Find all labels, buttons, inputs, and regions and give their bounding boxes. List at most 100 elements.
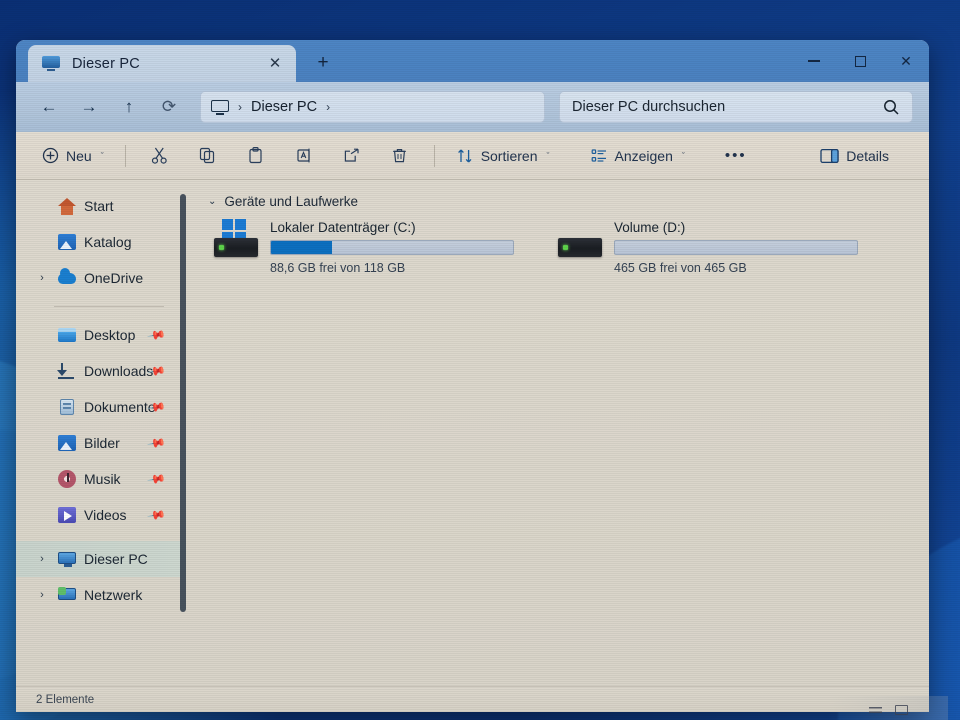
windows-drive-icon — [214, 219, 258, 265]
sidebar-item-label: Desktop — [84, 327, 136, 343]
more-options-button[interactable]: ••• — [715, 139, 757, 173]
sidebar-item-label: Downloads — [84, 363, 154, 379]
drive-free-space: 88,6 GB frei von 118 GB — [270, 261, 406, 275]
sidebar-item-label: OneDrive — [84, 270, 144, 286]
sidebar-item-label: Musik — [84, 471, 121, 487]
capacity-bar — [614, 240, 858, 255]
sidebar-item-label: Videos — [84, 507, 127, 523]
close-window-button[interactable]: ✕ — [883, 40, 929, 82]
up-button[interactable]: ↑ — [110, 90, 148, 124]
share-icon — [344, 148, 359, 162]
chevron-down-icon[interactable]: ⌄ — [208, 196, 216, 207]
details-pane-button[interactable]: Details — [810, 139, 899, 173]
pin-icon[interactable]: 📌 — [146, 469, 166, 489]
file-explorer-window: Dieser PC ✕ + ✕ ← → ↑ ⟳ › Dieser PC › Di… — [16, 40, 929, 712]
sidebar-item-katalog[interactable]: ›Katalog — [16, 224, 186, 260]
drive-tile[interactable]: Volume (D:) 465 GB frei von 465 GB — [558, 219, 858, 275]
sidebar-item-label: Start — [84, 198, 114, 214]
monitor-icon — [42, 56, 60, 71]
sidebar-item-musik[interactable]: ›Musik📌 — [16, 461, 186, 497]
sidebar-item-label: Netzwerk — [84, 587, 143, 603]
trash-icon — [393, 149, 406, 163]
close-tab-icon[interactable]: ✕ — [264, 53, 286, 75]
sidebar-item-desktop[interactable]: ›Desktop📌 — [16, 317, 186, 353]
divider — [124, 144, 126, 167]
plus-circle-icon — [42, 147, 59, 164]
rename-icon — [297, 148, 310, 163]
music-icon — [58, 470, 76, 488]
pin-icon[interactable]: 📌 — [146, 433, 166, 453]
drive-info: Lokaler Datenträger (C:) 88,6 GB frei von… — [270, 219, 514, 275]
sidebar-list: ›Start›Katalog›OneDrive›Desktop📌›Downloa… — [16, 188, 186, 613]
taskbar-icon[interactable] — [895, 705, 908, 715]
sidebar-item-dokumente[interactable]: ›Dokumente📌 — [16, 389, 186, 425]
address-bar[interactable]: › Dieser PC › — [200, 91, 545, 123]
chevron-down-icon: ˇ — [100, 150, 104, 161]
sort-button-label: Sortieren — [480, 147, 538, 164]
sidebar-item-onedrive[interactable]: › OneDrive — [16, 260, 186, 296]
forward-button[interactable]: → — [70, 90, 108, 124]
hard-disk-icon — [214, 238, 258, 257]
paste-icon — [249, 147, 262, 164]
pin-icon[interactable]: 📌 — [146, 505, 166, 525]
taskbar[interactable] — [828, 696, 948, 720]
view-button[interactable]: Anzeigen ˇ — [580, 139, 695, 173]
sidebar-item-netzwerk[interactable]: › Netzwerk — [16, 577, 186, 613]
refresh-button[interactable]: ⟳ — [150, 90, 188, 124]
view-button-label: Anzeigen — [614, 147, 673, 164]
drive-name: Volume (D:) — [614, 220, 686, 235]
desktop: Dieser PC ✕ + ✕ ← → ↑ ⟳ › Dieser PC › Di… — [0, 0, 960, 720]
sidebar-item-downloads[interactable]: ›Downloads📌 — [16, 353, 186, 389]
scissors-icon — [152, 147, 167, 164]
expand-chevron-icon[interactable]: › — [34, 589, 50, 601]
download-icon — [57, 362, 76, 380]
new-tab-button[interactable]: + — [306, 46, 340, 80]
video-icon — [58, 506, 76, 524]
new-button[interactable]: Neu ˇ — [32, 139, 114, 173]
sort-button[interactable]: Sortieren ˇ — [446, 139, 560, 173]
paste-button[interactable] — [233, 139, 279, 173]
sort-icon — [457, 149, 472, 162]
sidebar-item-bilder[interactable]: ›Bilder📌 — [16, 425, 186, 461]
back-button[interactable]: ← — [30, 90, 68, 124]
minimize-button[interactable] — [791, 40, 837, 82]
desktop-icon — [58, 326, 76, 344]
item-count: 2 Elemente — [36, 693, 95, 706]
monitor-icon — [211, 99, 229, 115]
breadcrumb-item-dieser-pc[interactable]: Dieser PC — [251, 99, 317, 115]
document-icon — [58, 398, 76, 416]
sidebar-item-videos[interactable]: ›Videos📌 — [16, 497, 186, 533]
chevron-down-icon: ˇ — [681, 150, 685, 161]
drive-led-icon — [219, 245, 224, 250]
search-box[interactable] — [559, 91, 913, 123]
maximize-button[interactable] — [837, 40, 883, 82]
view-icon — [591, 148, 606, 162]
drive-tile[interactable]: Lokaler Datenträger (C:) 88,6 GB frei von… — [214, 219, 514, 275]
expand-chevron-icon[interactable]: › — [34, 553, 50, 565]
group-header-devices-and-drives[interactable]: ⌄ Geräte und Laufwerke — [208, 194, 929, 209]
new-button-label: Neu — [66, 147, 92, 164]
tab-dieser-pc[interactable]: Dieser PC ✕ — [28, 45, 296, 82]
sidebar-item-start[interactable]: ›Start — [16, 188, 186, 224]
share-button[interactable] — [329, 139, 375, 173]
window-controls: ✕ — [791, 40, 929, 82]
breadcrumb-separator[interactable]: › — [326, 100, 330, 114]
pin-icon[interactable]: 📌 — [146, 325, 166, 345]
rename-button[interactable] — [281, 139, 327, 173]
status-bar: 2 Elemente — [16, 686, 929, 712]
drive-led-icon — [563, 245, 568, 250]
expand-chevron-icon[interactable]: › — [34, 272, 50, 284]
sidebar-item-dieser-pc[interactable]: › Dieser PC — [16, 541, 186, 577]
content-pane: ⌄ Geräte und Laufwerke Lokaler Datenträg… — [186, 180, 929, 686]
taskbar-icon[interactable] — [869, 707, 882, 715]
pictures-icon — [58, 434, 76, 452]
search-input[interactable] — [572, 99, 883, 115]
hard-disk-icon — [558, 238, 602, 257]
search-icon[interactable] — [883, 99, 900, 116]
cut-button[interactable] — [137, 139, 183, 173]
copy-button[interactable] — [185, 139, 231, 173]
divider — [433, 144, 435, 167]
pc-icon — [58, 550, 76, 568]
delete-button[interactable] — [377, 139, 423, 173]
